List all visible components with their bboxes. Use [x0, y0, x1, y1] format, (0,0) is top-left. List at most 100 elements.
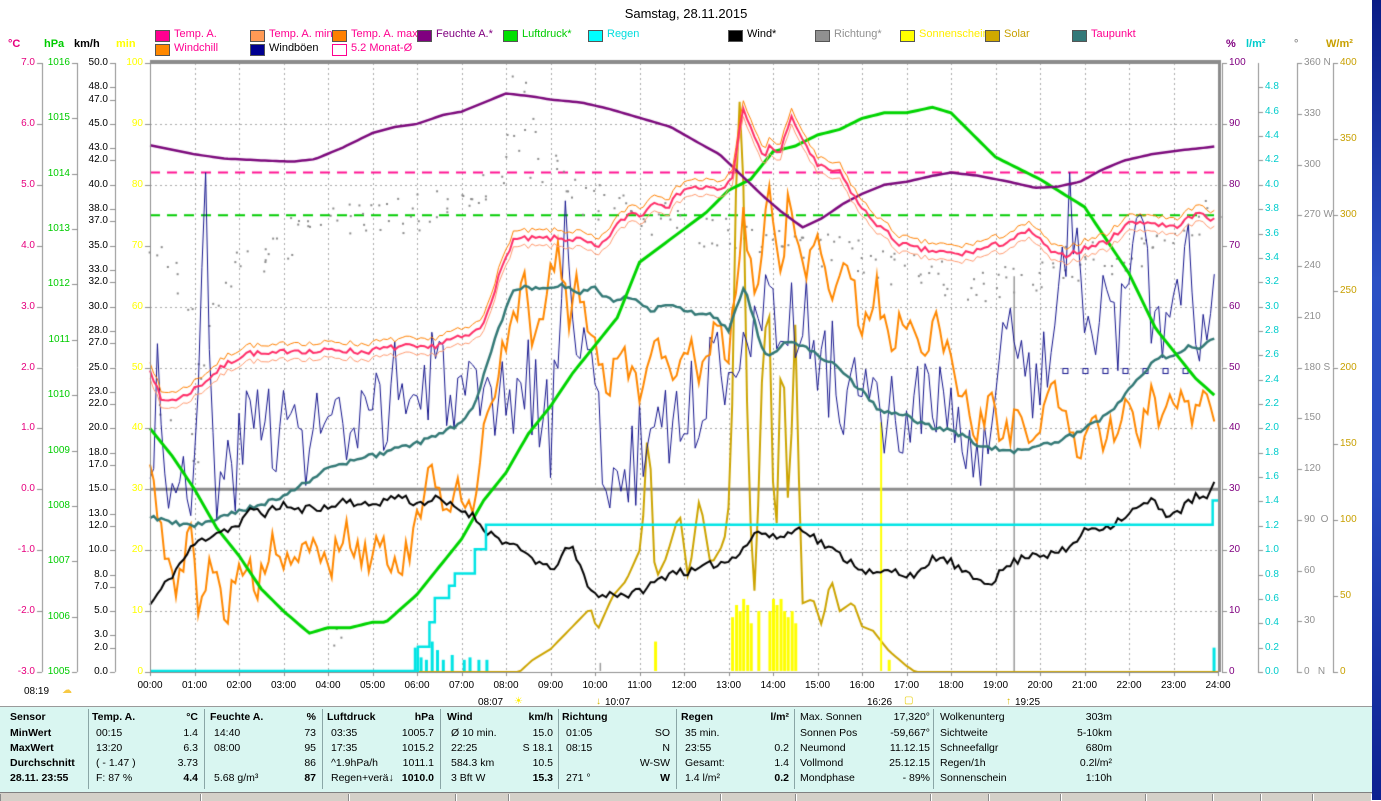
info-value: -59,667° [890, 727, 930, 739]
axis-tick-label: 0 [137, 666, 143, 677]
table-cell-value: 1010.0 [401, 772, 434, 784]
axis-tick-label: 22.0 [88, 398, 108, 410]
table-cell-value: 1.4 [183, 727, 198, 739]
axis-tick-label: 30 [131, 483, 143, 495]
x-axis-tick-label: 03:00 [270, 680, 297, 691]
table-column-divider [204, 709, 205, 789]
axis-tick-label: 350 [1340, 133, 1357, 145]
axis-tick-label: 47.0 [88, 93, 108, 105]
axis-tick-label: 8.0 [94, 568, 108, 580]
axis-tick-label: 70 [1229, 239, 1241, 251]
table-cell-value: 4.4 [183, 772, 198, 784]
info-value: 1:10h [1085, 772, 1112, 784]
table-cell-time: 01:05 [566, 727, 593, 739]
axis-tick-label: 1.8 [1265, 446, 1279, 458]
axis-tick-label: 4.6 [1265, 105, 1279, 117]
axis-tick-label: 40 [131, 422, 143, 434]
axis-tick-label: 4.0 [1265, 178, 1279, 190]
table-cell-time: 23:55 [685, 742, 712, 754]
axis-tick-label: 0.8 [1265, 568, 1279, 580]
axis-tick-label: 180 S [1304, 361, 1331, 373]
axis-tick-label: 20.0 [88, 422, 108, 434]
x-axis-tick-label: 20:00 [1027, 680, 1053, 691]
info-label: Vollmond [800, 757, 844, 769]
axis-tick-label: 1006 [47, 610, 70, 622]
axis-tick-label: 30 [1304, 615, 1316, 627]
axis-tick-label: 40 [1229, 422, 1241, 434]
axis-tick-label: 2.4 [1265, 373, 1279, 385]
table-col-header: Richtung [562, 711, 608, 723]
axis-tick-label: 210 [1304, 310, 1321, 322]
axis-tick-label: 3.0 [94, 629, 108, 641]
table-cell-time: 271 ° [566, 772, 591, 784]
axis-tick-label: 4.0 [21, 239, 35, 251]
axis-tick-label: 1.6 [1265, 471, 1279, 483]
axis-tick-label: 240 [1304, 260, 1321, 271]
axis-tick-label: 0.2 [1265, 641, 1279, 653]
axis-tick-label: 13.0 [88, 507, 108, 519]
axis-tick-label: 0.0 [94, 666, 108, 677]
axis-tick-label: 4.4 [1265, 130, 1279, 142]
x-axis-tick-label: 15:00 [804, 680, 831, 691]
info-value: - 89% [902, 772, 930, 784]
axis-tick-label: 38.0 [88, 203, 108, 215]
table-column-divider [676, 709, 677, 789]
axis-tick-label: 1.0 [21, 422, 35, 434]
table-cell-value: SO [654, 727, 670, 739]
axis-tick-label: 27.0 [88, 337, 108, 349]
table-cell-time: 35 min. [685, 727, 720, 739]
x-axis-tick-label: 13:00 [715, 680, 742, 691]
table-row-header: Durchschnitt [10, 757, 75, 769]
info-value: 25.12.15 [889, 757, 930, 769]
x-axis-tick-label: 14:00 [760, 680, 786, 691]
axis-tick-label: 200 [1340, 361, 1357, 373]
table-col-header: Regen [681, 711, 714, 723]
axis-tick-label: 32.0 [88, 276, 108, 288]
x-axis-tick-label: 19:00 [982, 680, 1009, 691]
table-cell-value: 1011.1 [402, 757, 434, 769]
x-axis-tick-label: 04:00 [315, 680, 341, 691]
axis-tick-label: 7.0 [94, 580, 108, 592]
axis-tick-label: 1.0 [1265, 544, 1279, 556]
axis-tick-label: 100 [126, 57, 143, 68]
axis-tick-label: 60 [131, 300, 143, 312]
axis-tick-label: 2.2 [1265, 398, 1279, 410]
table-cell-value: 87 [304, 772, 316, 784]
axis-tick-label: 20 [1229, 544, 1241, 556]
table-cell-time: F: 87 % [96, 772, 133, 784]
axis-tick-label: 1007 [47, 555, 70, 567]
axis-tick-label: 1.4 [1265, 495, 1279, 507]
axis-tick-label: 60 [1229, 300, 1241, 312]
table-cell-value: 15.3 [532, 772, 553, 784]
table-column-divider [794, 709, 795, 789]
axis-tick-label: 2.6 [1265, 349, 1279, 361]
table-cell-time: 08:00 [214, 742, 241, 754]
x-axis-tick-label: 18:00 [938, 680, 964, 691]
x-axis-tick-label: 16:00 [849, 680, 875, 691]
info-label: Sonnen Pos [800, 727, 858, 739]
table-cell-value: 1005.7 [401, 727, 434, 739]
table-row-header: 28.11. 23:55 [10, 772, 69, 784]
axis-tick-label: 2.0 [21, 361, 35, 373]
axis-tick-label: 28.0 [88, 324, 108, 336]
axis-tick-label: 42.0 [88, 154, 108, 166]
axis-tick-label: 0 [1340, 666, 1346, 677]
axis-tick-label: 90 [131, 117, 143, 129]
axis-tick-label: 3.6 [1265, 227, 1279, 239]
axis-tick-label: 33.0 [88, 264, 108, 276]
table-col-unit: °C [186, 711, 198, 723]
table-cell-time: 1.4 l/m² [685, 772, 721, 784]
axis-tick-label: 330 [1304, 107, 1321, 119]
axis-tick-label: 2.0 [1265, 422, 1279, 434]
axis-tick-label: -1.0 [17, 544, 35, 556]
table-row-header: MinWert [10, 727, 52, 739]
table-cell-value: 1015.2 [401, 742, 434, 754]
table-cell-value: 15.0 [532, 727, 553, 739]
axis-tick-label: 15.0 [88, 483, 108, 495]
axis-tick-label: 5.0 [94, 605, 108, 617]
table-cell-time: 3 Bft W [451, 772, 486, 784]
axis-tick-label: 2.0 [94, 641, 108, 653]
table-cell-time: 22:25 [451, 742, 478, 754]
axis-tick-label: 0 [1229, 666, 1235, 677]
axis-tick-label: 80 [131, 178, 143, 190]
